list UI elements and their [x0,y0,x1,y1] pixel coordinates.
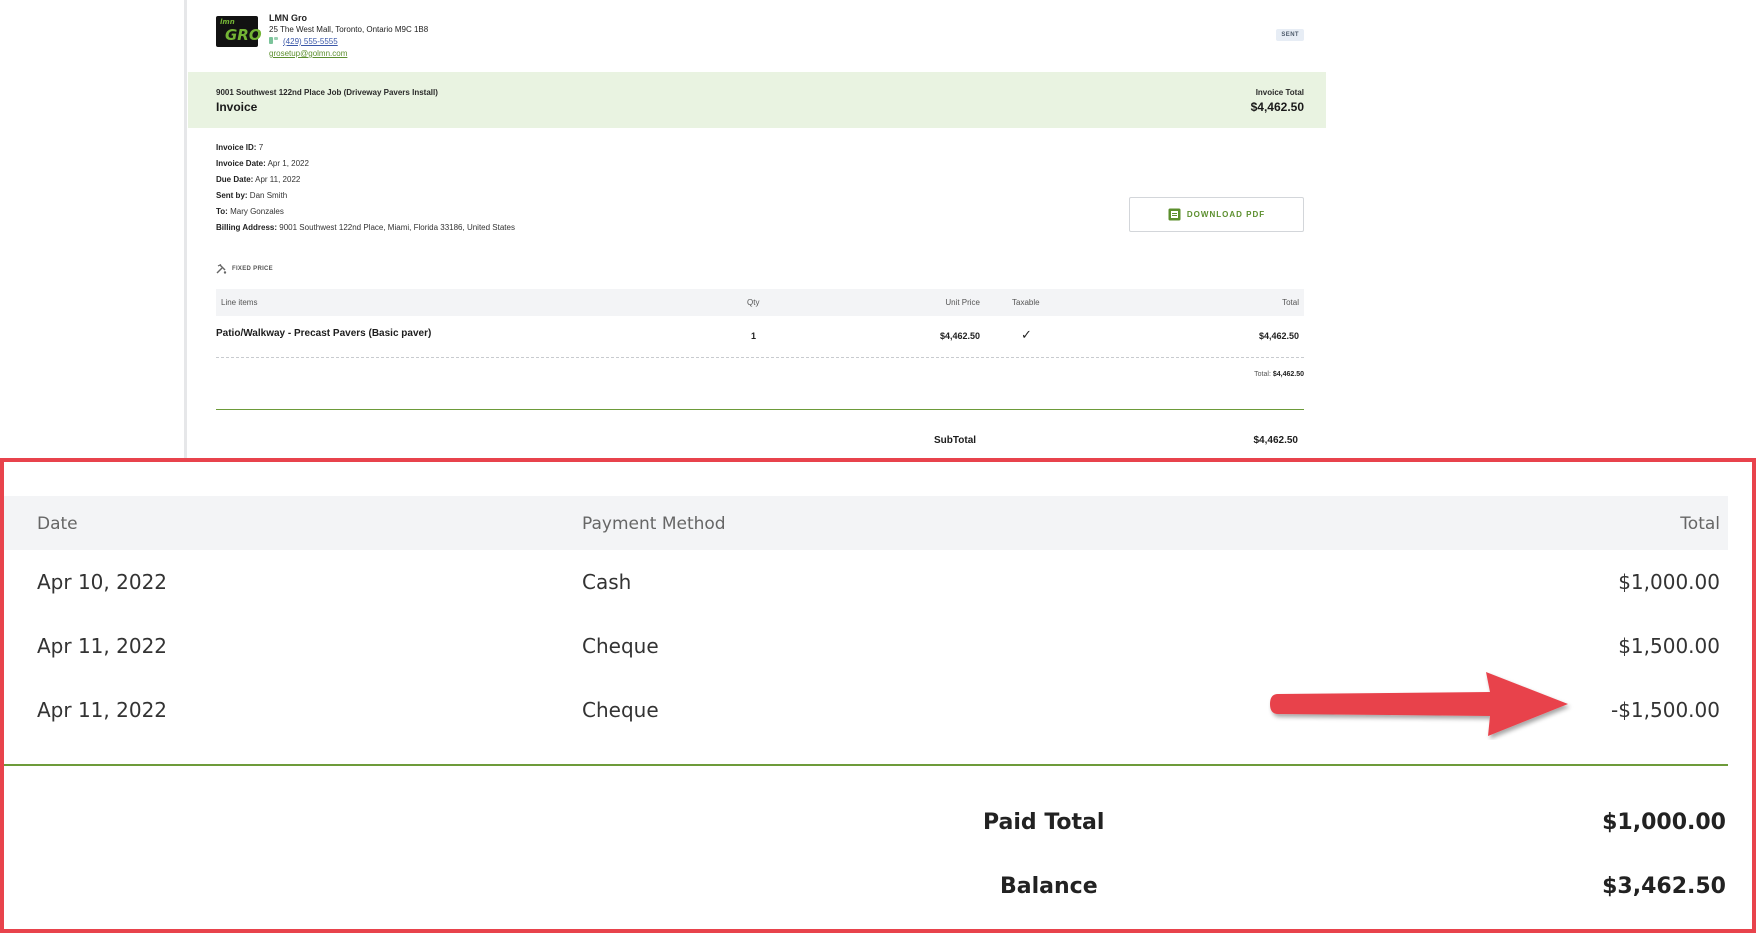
line-item-total: $4,462.50 [1258,331,1299,341]
logo-text-small: lmn [220,18,235,26]
col-unit-price: Unit Price [945,298,980,307]
download-pdf-button[interactable]: DOWNLOAD PDF [1129,197,1304,232]
payments-zoom-highlight: Date Payment Method Total Apr 10, 2022 C… [0,458,1756,933]
col-qty: Qty [747,298,760,307]
divider [4,764,1728,766]
detail-label: Invoice ID: [216,143,257,152]
download-pdf-label: DOWNLOAD PDF [1186,210,1266,219]
company-address: 25 The West Mall, Toronto, Ontario M9C 1… [269,25,429,34]
balance-label: Balance [1000,874,1098,899]
payment-date: Apr 11, 2022 [37,634,168,658]
detail-to: To: Mary Gonzales [216,204,515,220]
company-phone-row: (429) 555-5555 [269,36,428,48]
col-payment-method: Payment Method [582,514,726,534]
company-logo: lmn GRO [216,16,262,47]
payment-date: Apr 10, 2022 [37,570,168,594]
company-name: LMN Gro [269,13,307,23]
page-title: Invoice [216,100,258,114]
logo-text-large: GRO [225,26,262,44]
company-phone-link[interactable]: (429) 555-5555 [283,37,338,46]
detail-label: Sent by: [216,191,248,200]
pricing-type: FIXED PRICE [216,264,273,274]
paid-total-value: $1,000.00 [1602,810,1726,835]
line-items-total-label: Total: [1254,371,1271,378]
status-badge: SENT [1276,29,1304,41]
line-item-unit-price: $4,462.50 [939,331,980,341]
detail-sent-by: Sent by: Dan Smith [216,188,515,204]
paid-total-label: Paid Total [983,810,1105,835]
col-total: Total [1282,298,1299,307]
tools-icon [216,264,227,274]
detail-label: Due Date: [216,175,254,184]
detail-billing-address: Billing Address: 9001 Southwest 122nd Pl… [216,220,515,236]
payment-method: Cheque [582,634,659,658]
pdf-icon [1168,208,1181,221]
company-email-link[interactable]: grosetup@golmn.com [269,48,428,60]
line-item-qty: 1 [751,331,757,341]
page-left-border [184,0,187,458]
invoice-card: lmn GRO LMN Gro 25 The West Mall, Toront… [188,0,1326,458]
balance-value: $3,462.50 [1602,874,1726,899]
check-icon: ✓ [1021,327,1032,342]
payment-date: Apr 11, 2022 [37,698,168,722]
detail-invoice-id: Invoice ID: 7 [216,140,515,156]
arrow-right-icon [1270,672,1568,736]
table-row: Apr 10, 2022 Cash $1,000.00 [4,550,1728,614]
detail-value: Apr 11, 2022 [255,175,301,184]
payment-method: Cash [582,570,632,594]
phone-icon [269,37,278,44]
table-row: Patio/Walkway - Precast Pavers (Basic pa… [216,316,1304,358]
col-line-items: Line items [221,298,258,307]
subtotal-value: $4,462.50 [1253,435,1299,446]
detail-value: 7 [258,143,264,152]
detail-due-date: Due Date: Apr 11, 2022 [216,172,515,188]
divider [216,409,1304,410]
payments-header: Date Payment Method Total [4,496,1728,550]
detail-label: To: [216,207,228,216]
invoice-banner: 9001 Southwest 122nd Place Job (Driveway… [188,72,1326,128]
line-items-total: Total: $4,462.50 [1254,371,1304,378]
invoice-total-value: $4,462.50 [1250,100,1304,114]
line-items-total-value: $4,462.50 [1272,371,1304,378]
line-item-name: Patio/Walkway - Precast Pavers (Basic pa… [216,328,432,339]
detail-value: Dan Smith [249,191,288,200]
payment-amount: -$1,500.00 [1610,698,1720,722]
col-taxable: Taxable [1012,298,1040,307]
detail-label: Billing Address: [216,223,278,232]
subtotal-label: SubTotal [934,435,977,446]
detail-value: Mary Gonzales [230,207,284,216]
pricing-type-label: FIXED PRICE [232,266,273,272]
company-info: LMN Gro 25 The West Mall, Toronto, Ontar… [269,12,428,60]
job-name: 9001 Southwest 122nd Place Job (Driveway… [216,88,438,97]
col-payment-total: Total [1680,514,1720,534]
payment-amount: $1,000.00 [1618,570,1720,594]
detail-invoice-date: Invoice Date: Apr 1, 2022 [216,156,515,172]
invoice-details: Invoice ID: 7 Invoice Date: Apr 1, 2022 … [216,140,515,236]
payment-method: Cheque [582,698,659,722]
detail-value: Apr 1, 2022 [267,159,309,168]
col-date: Date [37,514,78,534]
detail-value: 9001 Southwest 122nd Place, Miami, Flori… [279,223,515,232]
line-items-header: Line items Qty Unit Price Taxable Total [216,289,1304,316]
detail-label: Invoice Date: [216,159,266,168]
payment-amount: $1,500.00 [1618,634,1720,658]
invoice-total-label: Invoice Total [1255,88,1304,97]
